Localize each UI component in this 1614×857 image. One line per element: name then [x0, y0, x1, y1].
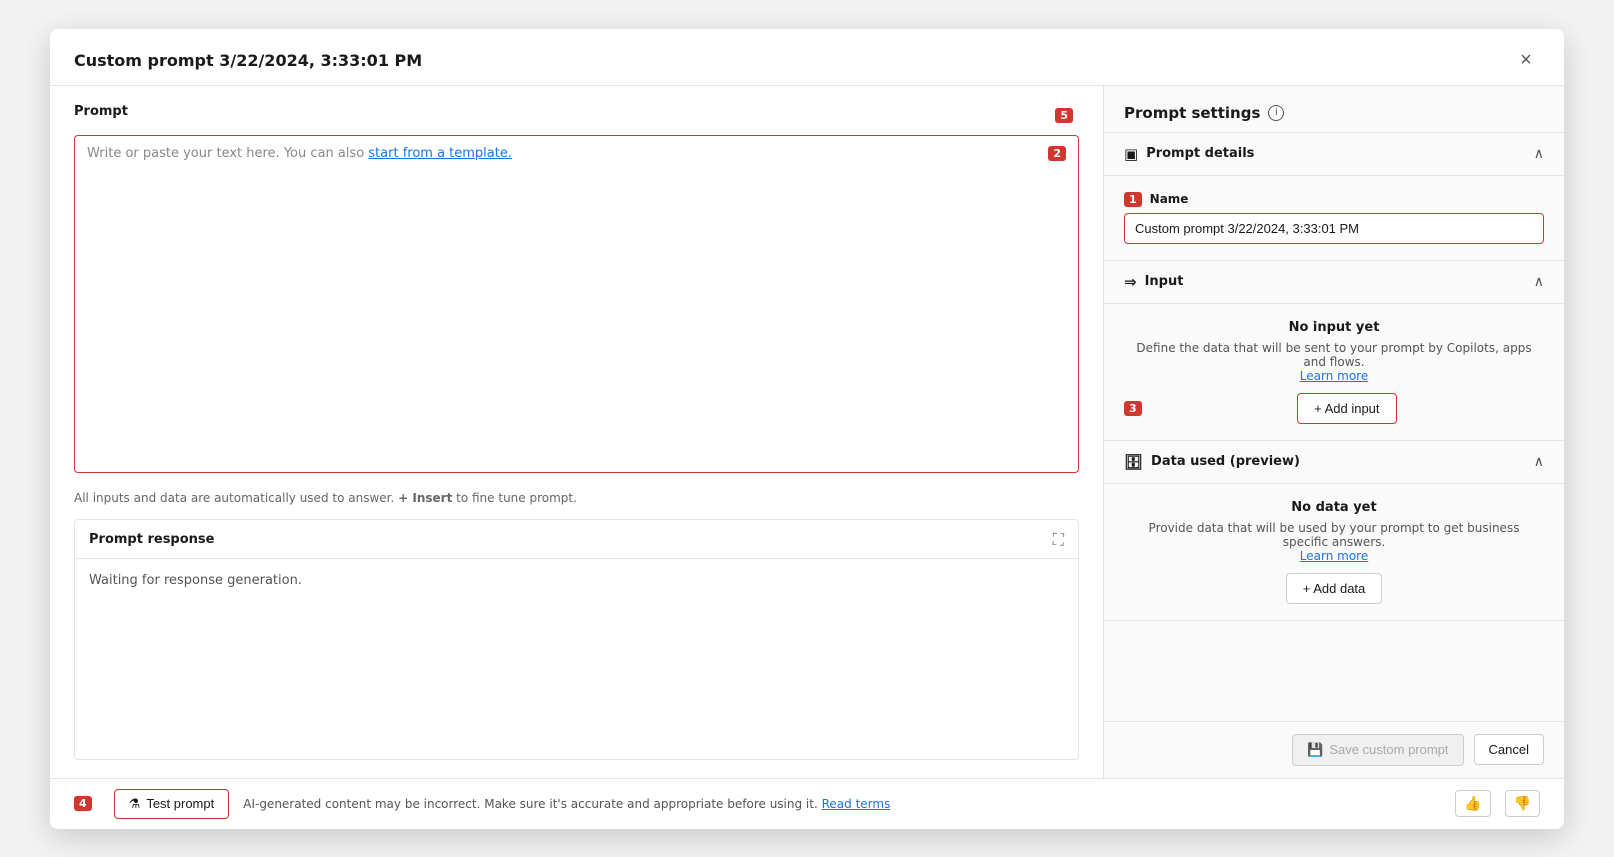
prompt-details-body: 1 Name — [1104, 176, 1564, 261]
data-section-label: Data used (preview) — [1151, 454, 1300, 469]
save-button-label: Save custom prompt — [1329, 742, 1448, 757]
info-text-insert: + Insert — [398, 491, 452, 505]
thumbs-up-button[interactable]: 👍 — [1455, 790, 1490, 817]
name-input[interactable] — [1124, 213, 1544, 244]
add-data-btn-container: + Add data — [1124, 573, 1544, 604]
no-input-desc-text: Define the data that will be sent to you… — [1136, 341, 1531, 369]
left-panel: Prompt 5 + Insert Write or paste your te… — [50, 86, 1104, 778]
info-circle-icon: i — [1268, 105, 1284, 121]
add-data-button[interactable]: + Add data — [1286, 573, 1383, 604]
data-used-section: 🗄 Data used (preview) ∧ No data yet Prov… — [1104, 441, 1564, 621]
add-input-btn-container: 3 + Add input — [1124, 393, 1544, 424]
info-text: All inputs and data are automatically us… — [74, 481, 1079, 505]
data-used-chevron-icon: ∧ — [1534, 454, 1544, 470]
data-used-header[interactable]: 🗄 Data used (preview) ∧ — [1104, 441, 1564, 484]
template-link[interactable]: start from a template. — [368, 146, 512, 161]
prompt-details-title: ▣ Prompt details — [1124, 145, 1254, 163]
no-data-desc-text: Provide data that will be used by your p… — [1149, 521, 1520, 549]
test-prompt-button[interactable]: ⚗ Test prompt — [114, 789, 230, 819]
prompt-details-chevron-icon: ∧ — [1534, 146, 1544, 162]
input-section-body: No input yet Define the data that will b… — [1104, 304, 1564, 441]
dialog-body: Prompt 5 + Insert Write or paste your te… — [50, 86, 1564, 778]
prompt-placeholder-text: Write or paste your text here. You can a… — [87, 146, 368, 161]
info-text-suffix: to fine tune prompt. — [456, 491, 577, 505]
prompt-top-controls: Prompt 5 + Insert — [74, 104, 1079, 127]
flask-icon: ⚗ — [129, 796, 141, 812]
data-used-body: No data yet Provide data that will be us… — [1104, 484, 1564, 621]
badge-3: 3 — [1124, 401, 1142, 416]
data-used-icon: 🗄 — [1124, 453, 1143, 471]
no-input-title: No input yet — [1124, 320, 1544, 335]
info-text-main: All inputs and data are automatically us… — [74, 491, 394, 505]
name-label-text: Name — [1150, 192, 1189, 206]
badge-5: 5 — [1055, 108, 1073, 123]
dialog-footer: 4 ⚗ Test prompt AI-generated content may… — [50, 778, 1564, 829]
no-input-desc: Define the data that will be sent to you… — [1124, 341, 1544, 383]
prompt-details-label: Prompt details — [1146, 146, 1254, 161]
input-label-text: Input — [1145, 274, 1184, 289]
thumbs-down-button[interactable]: 👎 — [1505, 790, 1540, 817]
badge-4: 4 — [74, 796, 92, 811]
test-prompt-label: Test prompt — [146, 796, 214, 811]
response-body: Waiting for response generation. — [75, 559, 1078, 759]
name-field-label: 1 Name — [1124, 192, 1544, 207]
input-section: ⇒ Input ∧ No input yet Define the data t… — [1104, 261, 1564, 441]
dialog-title: Custom prompt 3/22/2024, 3:33:01 PM — [74, 51, 422, 70]
right-panel-header: Prompt settings i — [1104, 86, 1564, 133]
badge-2: 2 — [1048, 146, 1066, 161]
right-panel: Prompt settings i ▣ Prompt details ∧ 1 N… — [1104, 86, 1564, 778]
badge-1: 1 — [1124, 192, 1142, 207]
prompt-details-header[interactable]: ▣ Prompt details ∧ — [1104, 133, 1564, 176]
input-section-title: ⇒ Input — [1124, 273, 1183, 291]
expand-icon[interactable]: ⛶ — [1053, 530, 1064, 550]
footer-notice-text: AI-generated content may be incorrect. M… — [243, 797, 818, 811]
prompt-response-section: Prompt response ⛶ Waiting for response g… — [74, 519, 1079, 760]
data-used-title: 🗄 Data used (preview) — [1124, 453, 1300, 471]
cancel-button[interactable]: Cancel — [1474, 734, 1544, 765]
close-button[interactable]: × — [1512, 47, 1540, 75]
prompt-text-area[interactable]: Write or paste your text here. You can a… — [74, 135, 1079, 473]
right-spacer — [1104, 621, 1564, 721]
input-icon: ⇒ — [1124, 273, 1137, 291]
response-header: Prompt response ⛶ — [75, 520, 1078, 559]
right-panel-title: Prompt settings — [1124, 104, 1260, 122]
read-terms-link[interactable]: Read terms — [822, 797, 891, 811]
custom-prompt-dialog: Custom prompt 3/22/2024, 3:33:01 PM × Pr… — [50, 29, 1564, 829]
response-label: Prompt response — [89, 532, 214, 547]
prompt-section-label: Prompt — [74, 104, 128, 119]
no-data-title: No data yet — [1124, 500, 1544, 515]
prompt-details-icon: ▣ — [1124, 145, 1138, 163]
input-section-header[interactable]: ⇒ Input ∧ — [1104, 261, 1564, 304]
footer-notice: AI-generated content may be incorrect. M… — [243, 797, 1441, 811]
input-chevron-icon: ∧ — [1534, 274, 1544, 290]
response-waiting-text: Waiting for response generation. — [89, 573, 302, 588]
prompt-details-section: ▣ Prompt details ∧ 1 Name — [1104, 133, 1564, 261]
dialog-header: Custom prompt 3/22/2024, 3:33:01 PM × — [50, 29, 1564, 86]
prompt-placeholder: Write or paste your text here. You can a… — [87, 146, 1040, 161]
no-data-desc: Provide data that will be used by your p… — [1124, 521, 1544, 563]
right-footer: 💾 Save custom prompt Cancel — [1104, 721, 1564, 778]
insert-btn-row: 5 + Insert — [1055, 108, 1079, 123]
add-input-button[interactable]: + Add input — [1297, 393, 1396, 424]
save-icon: 💾 — [1307, 742, 1323, 758]
prompt-placeholder-row: Write or paste your text here. You can a… — [87, 146, 1066, 161]
save-custom-prompt-button[interactable]: 💾 Save custom prompt — [1292, 734, 1463, 766]
learn-more-1-link[interactable]: Learn more — [1300, 369, 1368, 383]
learn-more-2-link[interactable]: Learn more — [1300, 549, 1368, 563]
